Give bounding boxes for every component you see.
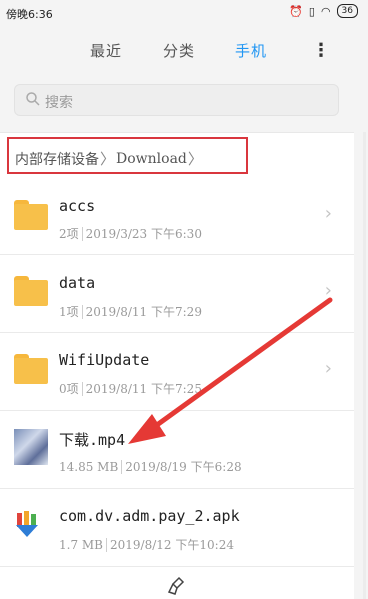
battery-icon: 36	[336, 4, 358, 18]
wifi-icon: ◠	[320, 4, 331, 18]
tab-bar: 最近 分类 手机 ⋮	[0, 32, 368, 72]
search-input[interactable]: 搜索	[14, 84, 339, 116]
list-item[interactable]: WifiUpdate 0项 2019/8/11 下午7:25 ›	[0, 333, 354, 411]
clean-brush-icon[interactable]	[167, 576, 189, 596]
list-item[interactable]: accs 2项 2019/3/23 下午6:30 ›	[0, 177, 354, 255]
folder-icon	[14, 354, 48, 384]
list-item[interactable]: 下载.mp4 14.85 MB 2019/8/19 下午6:28	[0, 411, 354, 489]
folder-icon	[14, 276, 48, 306]
breadcrumb-root[interactable]: 内部存储设备	[15, 149, 99, 169]
status-bar: 傍晚6:36 ⏰ ▯ ◠ 36	[0, 0, 368, 24]
file-meta: 14.85 MB 2019/8/19 下午6:28	[59, 459, 242, 474]
scrollbar[interactable]	[363, 132, 366, 599]
list-item[interactable]: data 1项 2019/8/11 下午7:29 ›	[0, 255, 354, 333]
status-icons: ⏰ ▯ ◠ 36	[289, 4, 358, 18]
chevron-right-icon: 〉	[100, 150, 116, 168]
folder-icon	[14, 200, 48, 230]
status-time: 傍晚6:36	[6, 8, 53, 21]
tab-recent[interactable]: 最近	[90, 40, 122, 61]
search-icon	[26, 92, 40, 106]
file-meta: 0项 2019/8/11 下午7:25	[59, 381, 202, 396]
tab-category[interactable]: 分类	[163, 40, 195, 61]
tab-phone[interactable]: 手机	[235, 40, 267, 61]
list-item[interactable]: com.dv.adm.pay_2.apk 1.7 MB 2019/8/12 下午1…	[0, 489, 354, 567]
more-vertical-icon[interactable]: ⋮	[312, 40, 330, 61]
file-name: 下载.mp4	[59, 431, 126, 449]
file-name: WifiUpdate	[59, 351, 150, 369]
download-app-icon	[16, 511, 38, 537]
file-name: com.dv.adm.pay_2.apk	[59, 507, 240, 525]
chevron-right-icon: ›	[324, 358, 332, 379]
chevron-right-icon: ›	[324, 203, 332, 224]
file-meta: 1.7 MB 2019/8/12 下午10:24	[59, 537, 234, 552]
file-name: accs	[59, 197, 96, 215]
file-meta: 1项 2019/8/11 下午7:29	[59, 304, 202, 319]
search-placeholder: 搜索	[45, 95, 73, 111]
vibrate-icon: ▯	[308, 4, 315, 18]
alarm-icon: ⏰	[289, 4, 303, 18]
chevron-right-icon: ›	[324, 280, 332, 301]
chevron-right-icon: 〉	[187, 150, 203, 168]
breadcrumb-current[interactable]: Download	[116, 151, 187, 167]
file-meta: 2项 2019/3/23 下午6:30	[59, 226, 202, 241]
file-name: data	[59, 274, 96, 292]
video-thumbnail	[14, 429, 48, 465]
breadcrumb: 内部存储设备 〉 Download 〉	[15, 148, 203, 169]
